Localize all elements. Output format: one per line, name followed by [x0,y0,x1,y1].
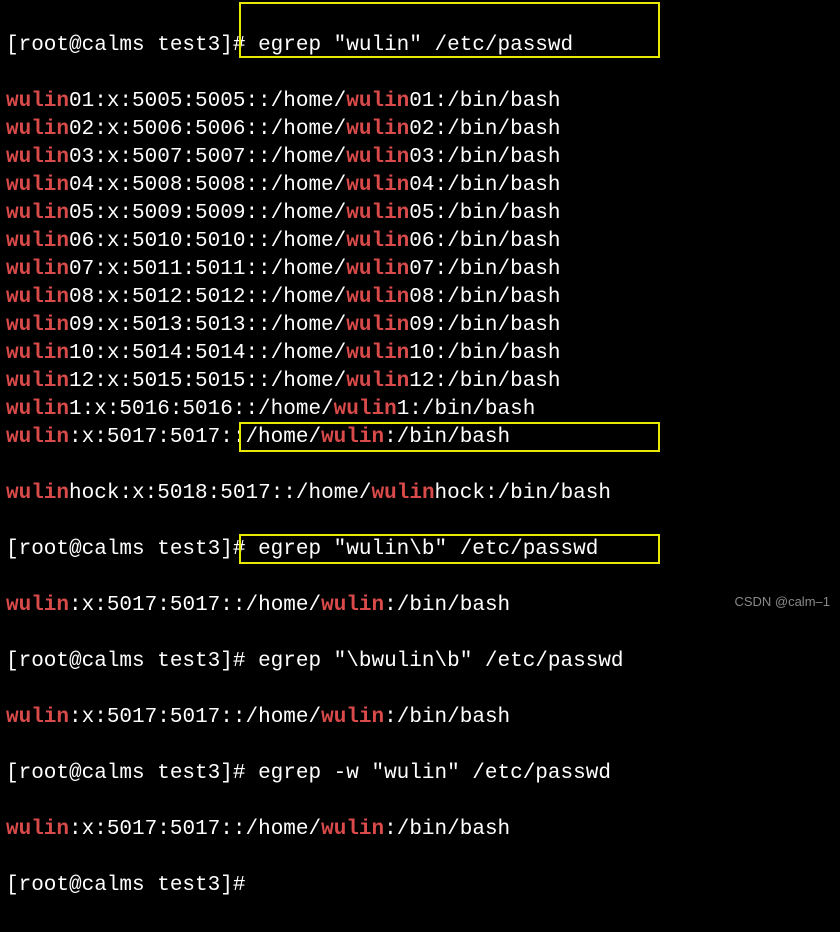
output-line: wulin08:x:5012:5012::/home/wulin08:/bin/… [6,284,834,312]
output-line: wulin1:x:5016:5016::/home/wulin1:/bin/ba… [6,396,834,424]
output-line: wulin:x:5017:5017::/home/wulin:/bin/bash [6,424,834,452]
output-line-single-2: wulin:x:5017:5017::/home/wulin:/bin/bash [6,704,834,732]
output-line: wulin02:x:5006:5006::/home/wulin02:/bin/… [6,116,834,144]
output-line: wulin03:x:5007:5007::/home/wulin03:/bin/… [6,144,834,172]
output-line-single-3: wulin:x:5017:5017::/home/wulin:/bin/bash [6,816,834,844]
output-line: wulin04:x:5008:5008::/home/wulin04:/bin/… [6,172,834,200]
command-prompt-empty[interactable]: [root@calms test3]# [6,872,834,900]
watermark: CSDN @calm–1 [734,588,830,616]
output-line: wulin06:x:5010:5010::/home/wulin06:/bin/… [6,228,834,256]
command-line-2[interactable]: [root@calms test3]# egrep "wulin\b" /etc… [6,536,834,564]
output-line: wulin12:x:5015:5015::/home/wulin12:/bin/… [6,368,834,396]
output-line-single-1: wulin:x:5017:5017::/home/wulin:/bin/bash [6,592,834,620]
output-line-hock: wulinhock:x:5018:5017::/home/wulinhock:/… [6,480,834,508]
output-line: wulin05:x:5009:5009::/home/wulin05:/bin/… [6,200,834,228]
command-line-4[interactable]: [root@calms test3]# egrep -w "wulin" /et… [6,760,834,788]
command-line-1[interactable]: [root@calms test3]# egrep "wulin" /etc/p… [6,32,834,60]
output-line: wulin07:x:5011:5011::/home/wulin07:/bin/… [6,256,834,284]
command-line-3[interactable]: [root@calms test3]# egrep "\bwulin\b" /e… [6,648,834,676]
terminal-output: [root@calms test3]# egrep "wulin" /etc/p… [0,0,840,932]
output-line: wulin01:x:5005:5005::/home/wulin01:/bin/… [6,88,834,116]
output-line: wulin10:x:5014:5014::/home/wulin10:/bin/… [6,340,834,368]
output-line: wulin09:x:5013:5013::/home/wulin09:/bin/… [6,312,834,340]
